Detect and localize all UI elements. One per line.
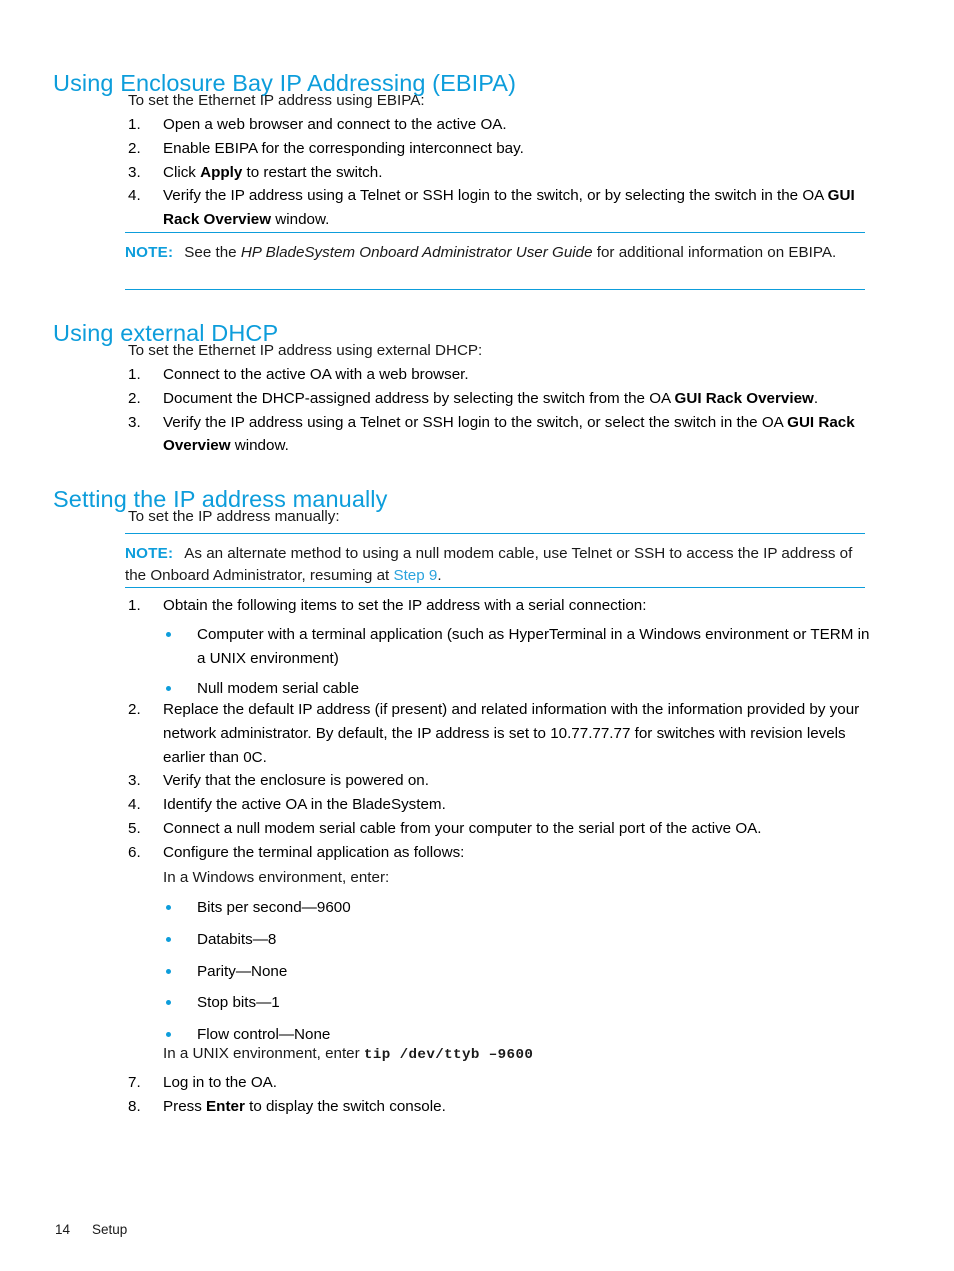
list-item-text: Document the DHCP-assigned address by se… [163,389,819,407]
ordered-list-manual-steps-7-8: 7. Log in to the OA. 8. Press Enter to d… [128,1071,876,1119]
list-item-number: 8. [128,1097,141,1115]
list-item-number: 1. [128,116,141,133]
list-item: Parity—None [165,960,765,984]
list-item-text: Press Enter to display the switch consol… [163,1097,446,1115]
note-body: NOTE: As an alternate method to using a n… [125,545,853,584]
note-body: NOTE: See the HP BladeSystem Onboard Admi… [125,244,837,261]
bullet-icon [166,905,171,910]
list-item: 1. Open a web browser and connect to the… [128,113,868,137]
page-footer: 14 Setup [55,1222,127,1237]
list-item: 1. Connect to the active OA with a web b… [128,363,876,387]
list-item: 2. Replace the default IP address (if pr… [128,698,876,769]
ordered-list-manual-step-1: 1. Obtain the following items to set the… [128,594,876,618]
list-item-text: Bits per second—9600 [197,899,351,916]
section-intro-ebipa: To set the Ethernet IP address using EBI… [128,92,425,109]
list-item-text: Click Apply to restart the switch. [163,163,383,181]
list-item-text: Log in to the OA. [163,1074,277,1091]
list-item: 6. Configure the terminal application as… [128,841,876,865]
list-item-number: 2. [128,139,141,157]
bullet-icon [166,685,171,691]
list-item-number: 1. [128,597,141,614]
document-page: Using Enclosure Bay IP Addressing (EBIPA… [0,0,954,1271]
note-label: NOTE: [125,244,174,261]
ui-label-apply: Apply [200,163,243,181]
list-item: Databits—8 [165,928,765,952]
bullet-list-requirements: Computer with a terminal application (su… [165,623,875,706]
note-ebipa: NOTE: See the HP BladeSystem Onboard Admi… [125,232,865,290]
list-item-text: Null modem serial cable [197,679,360,697]
list-item: 3. Click Apply to restart the switch. [128,161,868,185]
list-item-number: 3. [128,772,141,790]
bullet-icon [166,968,171,974]
list-item: 5. Connect a null modem serial cable fro… [128,817,876,841]
list-item-text: Verify the IP address using a Telnet or … [163,413,855,455]
list-item: Bits per second—9600 [165,896,765,920]
list-item-text: Verify the IP address using a Telnet or … [163,187,855,229]
list-item: 4. Identify the active OA in the BladeSy… [128,793,876,817]
list-item-text: Open a web browser and connect to the ac… [163,116,507,133]
list-item-number: 4. [128,796,141,814]
list-item-text: Enable EBIPA for the corresponding inter… [163,139,524,157]
list-item-number: 1. [128,366,141,383]
bullet-icon [166,1000,171,1006]
note-manual-ip: NOTE: As an alternate method to using a n… [125,533,865,588]
ui-label-gui-rack-overview: GUI Rack Overview [674,389,814,407]
list-item: Null modem serial cable [165,677,875,701]
list-item: 2. Document the DHCP-assigned address by… [128,387,876,411]
step-9-link[interactable]: Step 9 [393,567,437,584]
bullet-icon [166,632,171,637]
ordered-list-ebipa: 1. Open a web browser and connect to the… [128,113,868,232]
list-item-text: Verify that the enclosure is powered on. [163,772,429,790]
list-item-number: 4. [128,187,141,205]
list-item: Computer with a terminal application (su… [165,623,875,671]
list-item-text: Parity—None [197,962,288,980]
list-item-text: Databits—8 [197,930,277,948]
guide-title: HP BladeSystem Onboard Administrator Use… [240,244,593,261]
section-intro-manual-ip: To set the IP address manually: [128,508,340,525]
list-item-number: 3. [128,413,141,431]
list-item-number: 2. [128,389,141,407]
ordered-list-manual-steps-2-6: 2. Replace the default IP address (if pr… [128,698,876,865]
footer-page-number: 14 [55,1222,71,1237]
list-item-text: Configure the terminal application as fo… [163,843,465,861]
list-item: Stop bits—1 [165,991,765,1015]
unix-environment-line: In a UNIX environment, enter tip /dev/tt… [163,1045,534,1063]
list-item: 2. Enable EBIPA for the corresponding in… [128,137,868,161]
bullet-icon [166,1032,171,1038]
bullet-list-terminal-settings: Bits per second—9600 Databits—8 Parity—N… [165,896,765,1055]
list-item: 3. Verify that the enclosure is powered … [128,769,876,793]
list-item-number: 3. [128,163,141,181]
list-item-text: Obtain the following items to set the IP… [163,597,647,614]
bullet-icon [166,936,171,942]
list-item: 8. Press Enter to display the switch con… [128,1095,876,1119]
footer-chapter: Setup [92,1222,128,1237]
list-item-number: 6. [128,843,141,861]
windows-environment-intro: In a Windows environment, enter: [163,869,390,886]
section-intro-dhcp: To set the Ethernet IP address using ext… [128,342,483,359]
list-item-number: 5. [128,819,141,837]
list-item-number: 7. [128,1074,141,1091]
list-item-text: Connect a null modem serial cable from y… [163,819,762,837]
list-item: 3. Verify the IP address using a Telnet … [128,411,876,459]
list-item-text: Stop bits—1 [197,994,280,1012]
note-label: NOTE: [125,545,174,562]
unix-command: tip /dev/ttyb –9600 [363,1047,534,1063]
ordered-list-dhcp: 1. Connect to the active OA with a web b… [128,363,876,458]
ui-label-enter: Enter [206,1097,245,1115]
list-item-text: Replace the default IP address (if prese… [163,701,860,766]
list-item: 4. Verify the IP address using a Telnet … [128,184,868,232]
list-item-text: Connect to the active OA with a web brow… [163,366,469,383]
list-item-text: Identify the active OA in the BladeSyste… [163,796,446,814]
list-item-number: 2. [128,701,141,718]
list-item: 1. Obtain the following items to set the… [128,594,876,618]
list-item-text: Computer with a terminal application (su… [197,626,870,667]
list-item: 7. Log in to the OA. [128,1071,876,1095]
